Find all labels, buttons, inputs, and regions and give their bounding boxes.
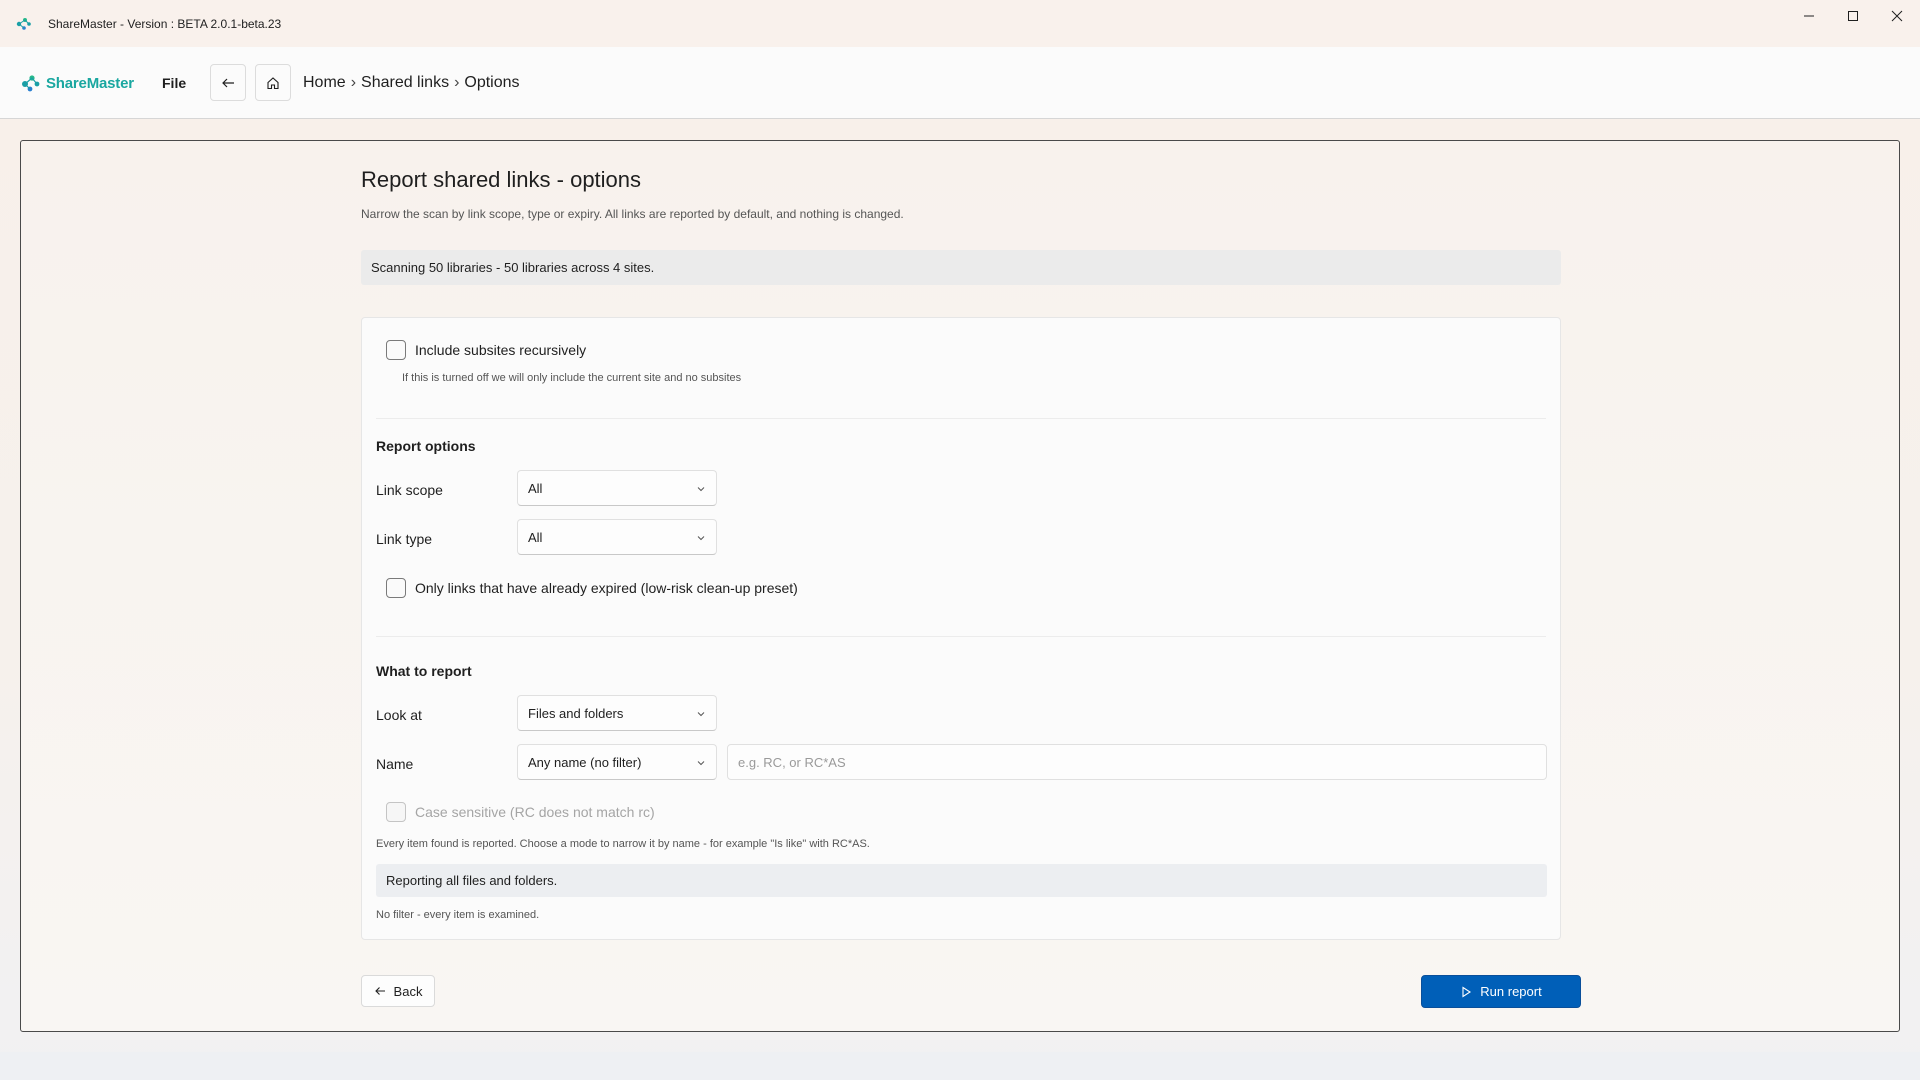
run-report-button[interactable]: Run report <box>1421 975 1581 1008</box>
expired-only-label[interactable]: Only links that have already expired (lo… <box>415 580 798 596</box>
include-subsites-hint: If this is turned off we will only inclu… <box>402 372 742 384</box>
link-scope-select[interactable]: All <box>517 470 717 506</box>
include-subsites-checkbox[interactable] <box>386 340 406 360</box>
include-subsites-label[interactable]: Include subsites recursively <box>415 342 586 358</box>
expired-only-checkbox[interactable] <box>386 578 406 598</box>
play-icon <box>1462 985 1472 998</box>
section-divider <box>376 418 1546 419</box>
page-title: Report shared links - options <box>361 167 642 192</box>
options-card: Include subsites recursively If this is … <box>361 317 1561 940</box>
name-pattern-placeholder: e.g. RC, or RC*AS <box>738 755 846 770</box>
window-title: ShareMaster - Version : BETA 2.0.1-beta.… <box>48 17 282 31</box>
reporting-info-box: Reporting all files and folders. <box>376 864 1547 897</box>
back-button[interactable]: Back <box>361 975 435 1007</box>
back-nav-button[interactable] <box>210 64 246 101</box>
breadcrumb-options: Options <box>464 74 520 91</box>
breadcrumb-separator: › <box>350 74 357 91</box>
link-type-label: Link type <box>376 531 433 547</box>
close-button[interactable] <box>1874 0 1920 32</box>
name-label: Name <box>376 756 414 772</box>
maximize-icon <box>1848 11 1858 21</box>
app-window: ShareMaster - Version : BETA 2.0.1-beta.… <box>0 0 1920 1080</box>
look-at-select[interactable]: Files and folders <box>517 695 717 731</box>
link-type-value: All <box>528 530 543 545</box>
brand-logo: ShareMaster <box>20 72 134 94</box>
bottom-strip <box>0 1052 1920 1080</box>
name-pattern-input[interactable]: e.g. RC, or RC*AS <box>727 744 1547 780</box>
file-menu[interactable]: File <box>162 75 186 91</box>
sharemaster-logo-icon <box>22 75 40 92</box>
name-filter-hint: Every item found is reported. Choose a m… <box>376 838 870 850</box>
case-sensitive-checkbox <box>386 802 406 822</box>
breadcrumb: Home › Shared links › Options <box>303 74 520 92</box>
run-report-label: Run report <box>1480 984 1542 999</box>
close-icon <box>1891 10 1903 22</box>
arrow-left-icon <box>222 78 234 87</box>
what-to-report-title: What to report <box>376 663 472 679</box>
breadcrumb-separator: › <box>454 74 460 91</box>
page-description: Narrow the scan by link scope, type or e… <box>361 207 904 221</box>
title-bar: ShareMaster - Version : BETA 2.0.1-beta.… <box>0 0 1920 47</box>
look-at-label: Look at <box>376 707 422 723</box>
breadcrumb-shared-links[interactable]: Shared links <box>361 74 449 92</box>
chevron-down-icon <box>697 536 705 541</box>
home-button[interactable] <box>255 64 291 101</box>
name-mode-select[interactable]: Any name (no filter) <box>517 744 717 780</box>
breadcrumb-home[interactable]: Home <box>303 74 346 92</box>
home-icon <box>267 76 279 89</box>
minimize-button[interactable] <box>1786 0 1832 32</box>
scan-summary-banner: Scanning 50 libraries - 50 libraries acr… <box>361 250 1561 285</box>
chevron-down-icon <box>697 761 705 766</box>
app-header: ShareMaster File Home › Shared links › O… <box>0 47 1920 119</box>
chevron-down-icon <box>697 712 705 717</box>
maximize-button[interactable] <box>1830 0 1876 32</box>
chevron-down-icon <box>697 487 705 492</box>
name-mode-value: Any name (no filter) <box>528 755 642 770</box>
link-scope-value: All <box>528 481 543 496</box>
back-button-label: Back <box>393 983 423 999</box>
arrow-left-icon <box>374 987 385 995</box>
app-logo-icon <box>16 18 31 30</box>
main-content-frame: Report shared links - options Narrow the… <box>20 140 1900 1032</box>
link-type-select[interactable]: All <box>517 519 717 555</box>
filter-note: No filter - every item is examined. <box>376 909 540 921</box>
minimize-icon <box>1804 15 1814 17</box>
link-scope-label: Link scope <box>376 482 443 498</box>
logo-text: ShareMaster <box>46 74 134 92</box>
look-at-value: Files and folders <box>528 706 624 721</box>
report-options-title: Report options <box>376 438 476 454</box>
case-sensitive-label: Case sensitive (RC does not match rc) <box>415 804 655 820</box>
section-divider <box>376 636 1546 637</box>
